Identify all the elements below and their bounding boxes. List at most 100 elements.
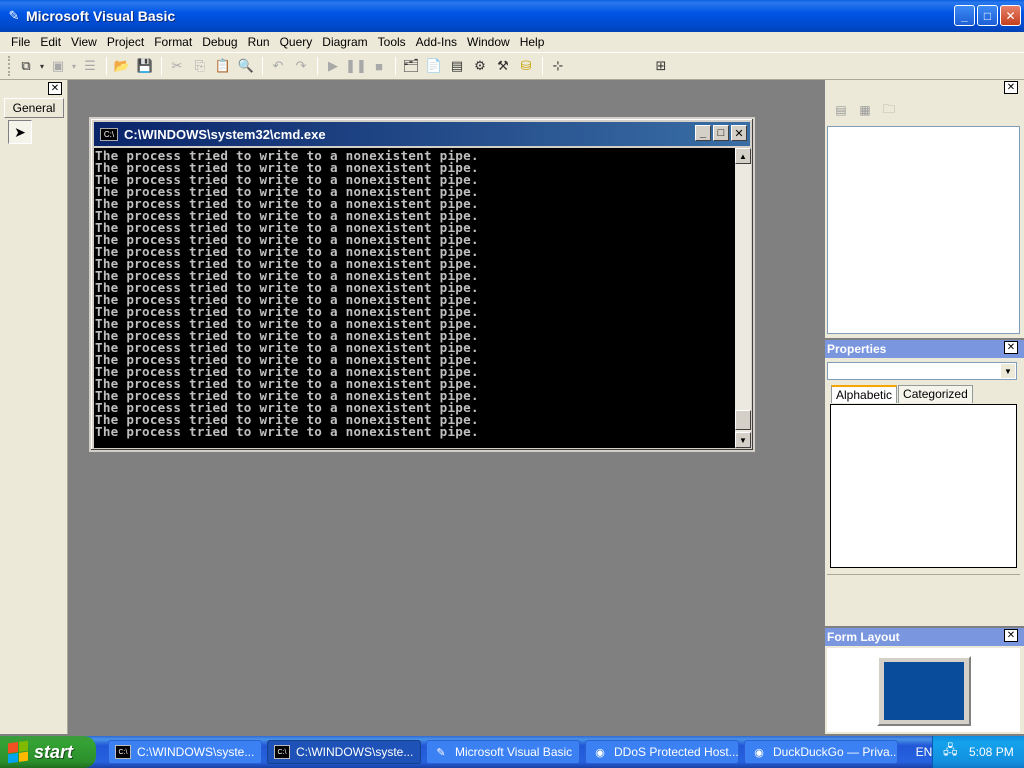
- menu-run[interactable]: Run: [243, 35, 275, 49]
- copy-icon[interactable]: ⎘: [189, 55, 211, 77]
- chevron-down-icon[interactable]: ▼: [1001, 364, 1015, 378]
- cmd-icon: C:\: [100, 127, 118, 141]
- menu-diagram[interactable]: Diagram: [317, 35, 372, 49]
- cmd-icon: C:\: [115, 745, 131, 759]
- windows-logo-icon: [8, 740, 28, 764]
- close-button[interactable]: ✕: [1000, 5, 1021, 26]
- object-browser-icon[interactable]: ⚙: [469, 55, 491, 77]
- taskbar: start C:\ C:\WINDOWS\syste... C:\ C:\WINDOW…: [0, 736, 1024, 768]
- taskbar-button-label: C:\WINDOWS\syste...: [137, 745, 255, 759]
- project-explorer-panel: ✕ ▤ ▦ 🗀: [825, 80, 1024, 338]
- minimize-button[interactable]: _: [695, 125, 711, 141]
- pause-icon[interactable]: ❚❚: [345, 55, 367, 77]
- vertical-scrollbar[interactable]: ▲ ▼: [735, 148, 751, 448]
- close-button[interactable]: ✕: [731, 125, 747, 141]
- add-project-icon[interactable]: ⧉: [15, 55, 37, 77]
- undo-icon[interactable]: ↶: [267, 55, 289, 77]
- redo-icon[interactable]: ↷: [290, 55, 312, 77]
- console-output[interactable]: The process tried to write to a nonexist…: [94, 148, 735, 448]
- taskbar-button-label: DDoS Protected Host...: [614, 745, 739, 759]
- data-view-icon[interactable]: ⛁: [515, 55, 537, 77]
- close-icon[interactable]: ✕: [1004, 629, 1018, 642]
- form-layout-icon[interactable]: ▤: [446, 55, 468, 77]
- cmd-window[interactable]: C:\ C:\WINDOWS\system32\cmd.exe _ □ ✕ Th…: [89, 117, 755, 452]
- form-layout-title: Form Layout: [827, 630, 900, 644]
- menu-edit[interactable]: Edit: [35, 35, 66, 49]
- console-line: The process tried to write to a nonexist…: [95, 424, 479, 439]
- scroll-up-icon[interactable]: ▲: [735, 148, 751, 164]
- component-manager-icon[interactable]: ⊹: [547, 55, 569, 77]
- taskbar-button-label: C:\WINDOWS\syste...: [296, 745, 414, 759]
- maximize-button[interactable]: □: [977, 5, 998, 26]
- dropdown-arrow-icon[interactable]: ▾: [38, 55, 46, 77]
- system-tray: 🖧 5:08 PM: [932, 736, 1024, 768]
- minimize-button[interactable]: _: [954, 5, 975, 26]
- clock[interactable]: 5:08 PM: [969, 745, 1014, 759]
- maximize-button[interactable]: □: [713, 125, 729, 141]
- open-folder-icon[interactable]: 📂: [111, 55, 133, 77]
- add-form-icon[interactable]: ▣: [47, 55, 69, 77]
- browser-icon: ◉: [595, 746, 605, 759]
- toolbar-grip[interactable]: [8, 56, 11, 76]
- taskbar-button[interactable]: C:\ C:\WINDOWS\syste...: [108, 740, 262, 764]
- taskbar-button[interactable]: ◉ DuckDuckGo — Priva...: [744, 740, 898, 764]
- app-title: Microsoft Visual Basic: [26, 8, 176, 24]
- paste-icon[interactable]: 📋: [212, 55, 234, 77]
- app-titlebar[interactable]: ✎ Microsoft Visual Basic _ □ ✕: [0, 0, 1024, 32]
- menu-addins[interactable]: Add-Ins: [411, 35, 462, 49]
- object-select[interactable]: ▼: [827, 362, 1017, 380]
- run-icon[interactable]: ▶: [322, 55, 344, 77]
- properties-panel: Properties ✕ ▼ Alphabetic Categorized: [825, 340, 1024, 626]
- menu-view[interactable]: View: [66, 35, 102, 49]
- menu-bar: File Edit View Project Format Debug Run Query Di…: [0, 32, 1024, 52]
- properties-grid[interactable]: [830, 404, 1017, 568]
- close-icon[interactable]: ✕: [1004, 341, 1018, 354]
- toolbox-general-tab[interactable]: General: [4, 98, 64, 118]
- menu-tools[interactable]: Tools: [373, 35, 411, 49]
- stop-icon[interactable]: ■: [368, 55, 390, 77]
- menu-query[interactable]: Query: [275, 35, 318, 49]
- view-code-icon[interactable]: ▤: [831, 100, 851, 120]
- form-layout-panel: Form Layout ✕: [825, 628, 1024, 734]
- project-tree[interactable]: [827, 126, 1020, 334]
- menu-help[interactable]: Help: [515, 35, 550, 49]
- menu-debug[interactable]: Debug: [197, 35, 242, 49]
- project-explorer-icon[interactable]: 🗂: [400, 55, 422, 77]
- close-icon[interactable]: ✕: [1004, 81, 1018, 94]
- taskbar-button[interactable]: ✎ Microsoft Visual Basic: [426, 740, 580, 764]
- pointer-tool-icon[interactable]: ➤: [8, 120, 32, 144]
- tab-categorized[interactable]: Categorized: [898, 385, 973, 403]
- start-label: start: [34, 741, 74, 762]
- toggle-folders-icon[interactable]: 🗀: [879, 100, 899, 120]
- monitor-preview: [877, 656, 971, 726]
- start-button[interactable]: start: [0, 736, 96, 768]
- monitor-screen: [884, 662, 964, 720]
- menu-file[interactable]: File: [6, 35, 35, 49]
- vb-icon: ✎: [8, 8, 20, 23]
- taskbar-button-label: Microsoft Visual Basic: [455, 745, 573, 759]
- cmd-titlebar[interactable]: C:\ C:\WINDOWS\system32\cmd.exe _ □ ✕: [94, 122, 750, 146]
- toolbox-panel: ✕ General ➤: [0, 80, 68, 734]
- taskbar-button[interactable]: C:\ C:\WINDOWS\syste...: [267, 740, 421, 764]
- cmd-icon: C:\: [274, 745, 290, 759]
- menu-format[interactable]: Format: [149, 35, 197, 49]
- menu-project[interactable]: Project: [102, 35, 149, 49]
- find-icon[interactable]: 🔍: [235, 55, 257, 77]
- menu-editor-icon[interactable]: ☰: [79, 55, 101, 77]
- view-object-icon[interactable]: ▦: [855, 100, 875, 120]
- dropdown-arrow-icon[interactable]: ▾: [70, 55, 78, 77]
- save-icon[interactable]: 💾: [134, 55, 156, 77]
- toolbox-icon[interactable]: ⚒: [492, 55, 514, 77]
- network-icon[interactable]: 🖧: [943, 741, 959, 763]
- close-icon[interactable]: ✕: [48, 82, 62, 95]
- tab-alphabetic[interactable]: Alphabetic: [831, 385, 898, 403]
- properties-window-icon[interactable]: 📄: [423, 55, 445, 77]
- position-indicator-icon: ⊞: [655, 58, 667, 73]
- form-layout-area[interactable]: [827, 648, 1020, 732]
- menu-window[interactable]: Window: [462, 35, 515, 49]
- taskbar-button[interactable]: ◉ DDoS Protected Host...: [585, 740, 739, 764]
- cut-icon[interactable]: ✂: [166, 55, 188, 77]
- scroll-thumb[interactable]: [735, 410, 751, 430]
- standard-toolbar: ⧉ ▾ ▣ ▾ ☰ 📂 💾 ✂ ⎘ 📋 🔍 ↶ ↷ ▶ ❚❚ ■ 🗂 📄 ▤ ⚙…: [0, 52, 1024, 80]
- scroll-down-icon[interactable]: ▼: [735, 432, 751, 448]
